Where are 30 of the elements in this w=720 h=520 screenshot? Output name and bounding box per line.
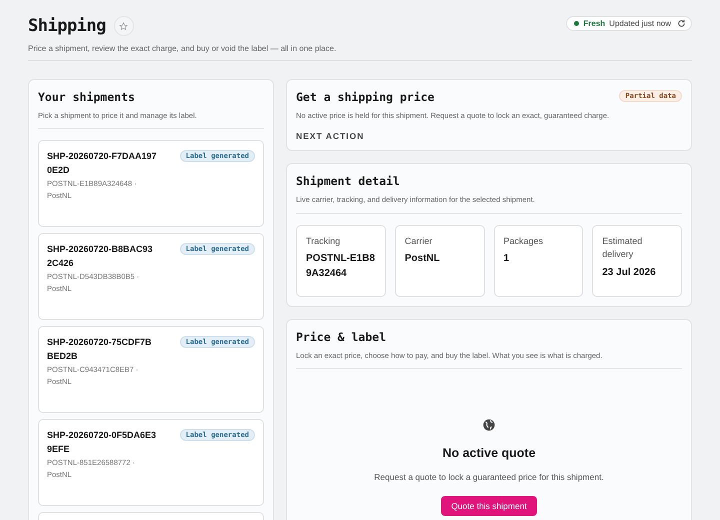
detail-label: Packages — [504, 234, 544, 248]
globe-icon — [482, 418, 496, 432]
detail-label: Carrier — [404, 234, 434, 248]
panel-title: Price & label — [296, 330, 388, 344]
shipment-id: SHP-20260720-F7DAA1970E2D — [47, 150, 157, 178]
shipment-id: SHP-20260720-B8BAC932C426 — [47, 243, 154, 270]
status-text: Fresh — [583, 19, 606, 28]
page-title: Shipping — [28, 16, 106, 36]
star-icon — [119, 22, 128, 30]
panel-title: Get a shipping price — [296, 90, 434, 104]
updated-text: Updated just now — [609, 19, 671, 28]
detail-value: 1 — [504, 252, 510, 266]
page-subtitle: Price a shipment, review the exact charge, and buy or void the label — all in one place. — [28, 44, 336, 53]
shipment-id: SHP-20260720-75CDF7BBED2B — [47, 336, 153, 364]
empty-title: No active quote — [442, 446, 536, 460]
detail-value: 23 Jul 2026 — [602, 266, 657, 280]
refresh-button[interactable] — [675, 19, 686, 28]
empty-text: Request a quote to lock a guaranteed price for this shipment. — [374, 472, 604, 482]
refresh-icon — [677, 19, 686, 28]
status-dot — [574, 21, 580, 26]
detail-value: PostNL — [404, 252, 441, 266]
section-label: NEXT ACTION — [296, 131, 366, 142]
panel-title: Your shipments — [38, 90, 136, 104]
detail-label: Tracking — [306, 234, 342, 248]
detail-label: Estimated delivery — [602, 234, 644, 261]
detail-value: POSTNL-E1B89A32464 — [306, 252, 376, 280]
panel-title: Shipment detail — [296, 174, 401, 188]
shipment-id: SHP-20260720-0F5DA6E39EFE — [47, 429, 157, 456]
favorite-button[interactable] — [114, 16, 134, 36]
quote-button[interactable]: Quote this shipment — [441, 496, 537, 516]
